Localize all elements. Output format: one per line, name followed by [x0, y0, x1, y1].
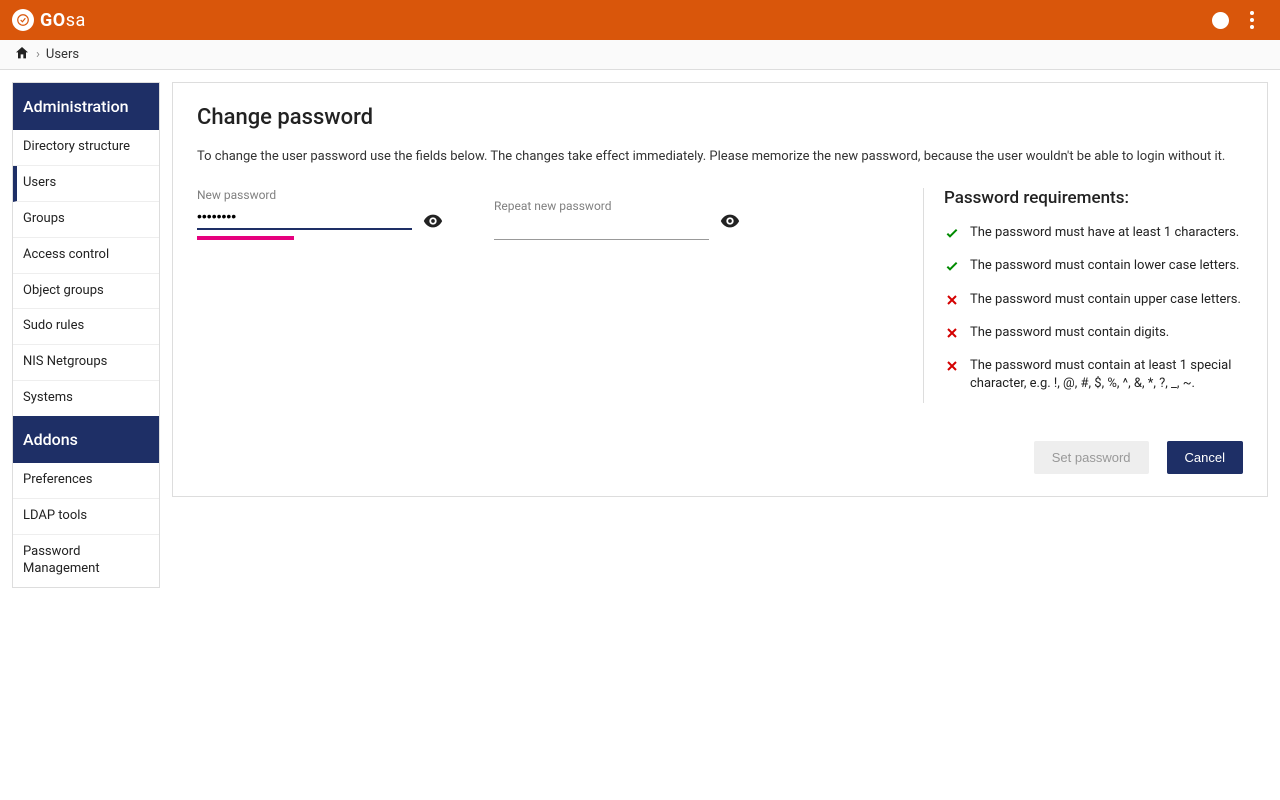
- cancel-button[interactable]: Cancel: [1167, 441, 1243, 474]
- breadcrumb: › Users: [0, 40, 1280, 70]
- page-title: Change password: [197, 105, 1243, 130]
- requirement-item: The password must contain digits.: [944, 324, 1243, 347]
- new-password-input[interactable]: [197, 204, 412, 230]
- requirement-text: The password must contain at least 1 spe…: [970, 357, 1243, 393]
- requirements-title: Password requirements:: [944, 188, 1243, 208]
- more-menu-icon[interactable]: [1236, 11, 1268, 29]
- requirement-item: The password must contain lower case let…: [944, 257, 1243, 280]
- requirement-text: The password must contain digits.: [970, 324, 1169, 342]
- sidebar-item[interactable]: Groups: [13, 202, 159, 238]
- sidebar-section-addons: Addons: [13, 416, 159, 463]
- top-bar: GOsa: [0, 0, 1280, 40]
- sidebar-item[interactable]: Sudo rules: [13, 309, 159, 345]
- toggle-visibility-icon[interactable]: [719, 210, 741, 236]
- sidebar-section-administration: Administration: [13, 83, 159, 130]
- sidebar-item[interactable]: NIS Netgroups: [13, 345, 159, 381]
- sidebar-item[interactable]: Access control: [13, 238, 159, 274]
- sidebar-item[interactable]: Users: [13, 166, 159, 202]
- password-strength-bar: [197, 236, 412, 240]
- requirement-text: The password must contain upper case let…: [970, 291, 1241, 309]
- status-indicator-icon[interactable]: [1204, 12, 1236, 29]
- intro-text: To change the user password use the fiel…: [197, 148, 1243, 166]
- check-icon: [944, 258, 960, 280]
- new-password-label: New password: [197, 188, 412, 202]
- password-requirements: Password requirements: The password must…: [923, 188, 1243, 403]
- sidebar-item[interactable]: LDAP tools: [13, 499, 159, 535]
- repeat-password-label: Repeat new password: [494, 199, 709, 213]
- new-password-field: New password: [197, 188, 444, 240]
- sidebar-item[interactable]: Password Management: [13, 535, 159, 587]
- breadcrumb-item[interactable]: Users: [46, 47, 79, 62]
- close-icon: [944, 292, 960, 314]
- set-password-button[interactable]: Set password: [1034, 441, 1149, 474]
- repeat-password-input[interactable]: [494, 215, 709, 240]
- main-panel: Change password To change the user passw…: [172, 82, 1268, 497]
- panel-footer: Set password Cancel: [197, 441, 1243, 474]
- requirement-item: The password must contain at least 1 spe…: [944, 357, 1243, 393]
- home-icon[interactable]: [14, 45, 30, 65]
- logo-icon: [12, 9, 34, 31]
- requirement-text: The password must have at least 1 charac…: [970, 224, 1239, 242]
- requirement-item: The password must contain upper case let…: [944, 291, 1243, 314]
- sidebar: Administration Directory structureUsersG…: [12, 82, 160, 588]
- close-icon: [944, 358, 960, 380]
- requirement-text: The password must contain lower case let…: [970, 257, 1239, 275]
- requirement-item: The password must have at least 1 charac…: [944, 224, 1243, 247]
- repeat-password-field: Repeat new password: [494, 188, 741, 240]
- check-icon: [944, 225, 960, 247]
- sidebar-item[interactable]: Object groups: [13, 274, 159, 310]
- close-icon: [944, 325, 960, 347]
- breadcrumb-separator: ›: [36, 47, 40, 62]
- toggle-visibility-icon[interactable]: [422, 210, 444, 236]
- logo-text: GOsa: [40, 10, 86, 31]
- sidebar-item[interactable]: Preferences: [13, 463, 159, 499]
- app-logo[interactable]: GOsa: [12, 9, 86, 31]
- sidebar-item[interactable]: Directory structure: [13, 130, 159, 166]
- sidebar-item[interactable]: Systems: [13, 381, 159, 416]
